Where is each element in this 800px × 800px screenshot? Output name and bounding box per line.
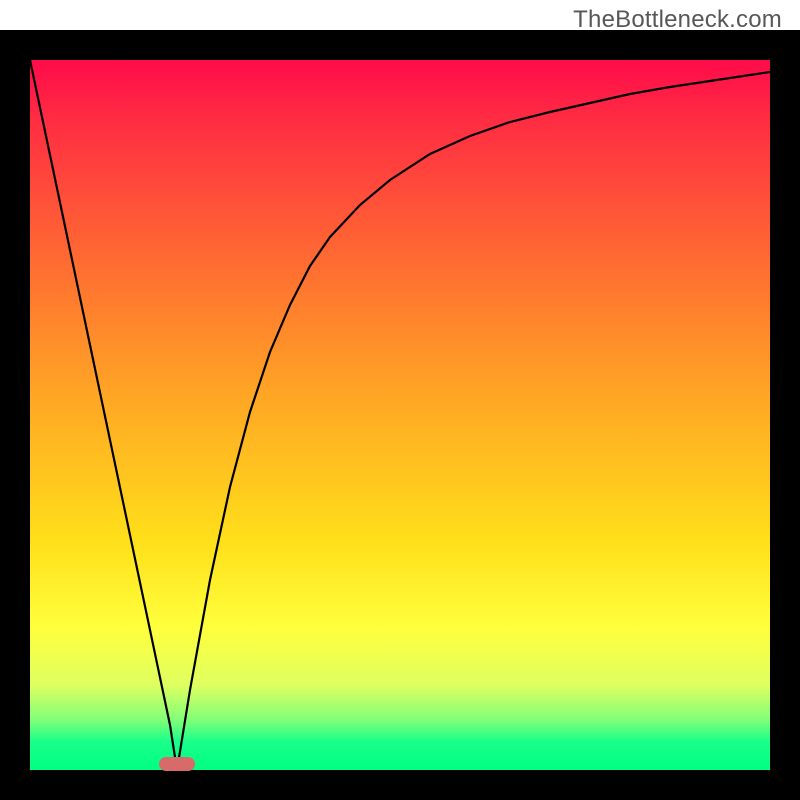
bottleneck-curve xyxy=(30,60,770,770)
chart-frame: TheBottleneck.com xyxy=(0,0,800,800)
optimal-point-marker xyxy=(159,757,195,771)
watermark-text: TheBottleneck.com xyxy=(573,6,782,34)
plot-border xyxy=(0,30,800,800)
